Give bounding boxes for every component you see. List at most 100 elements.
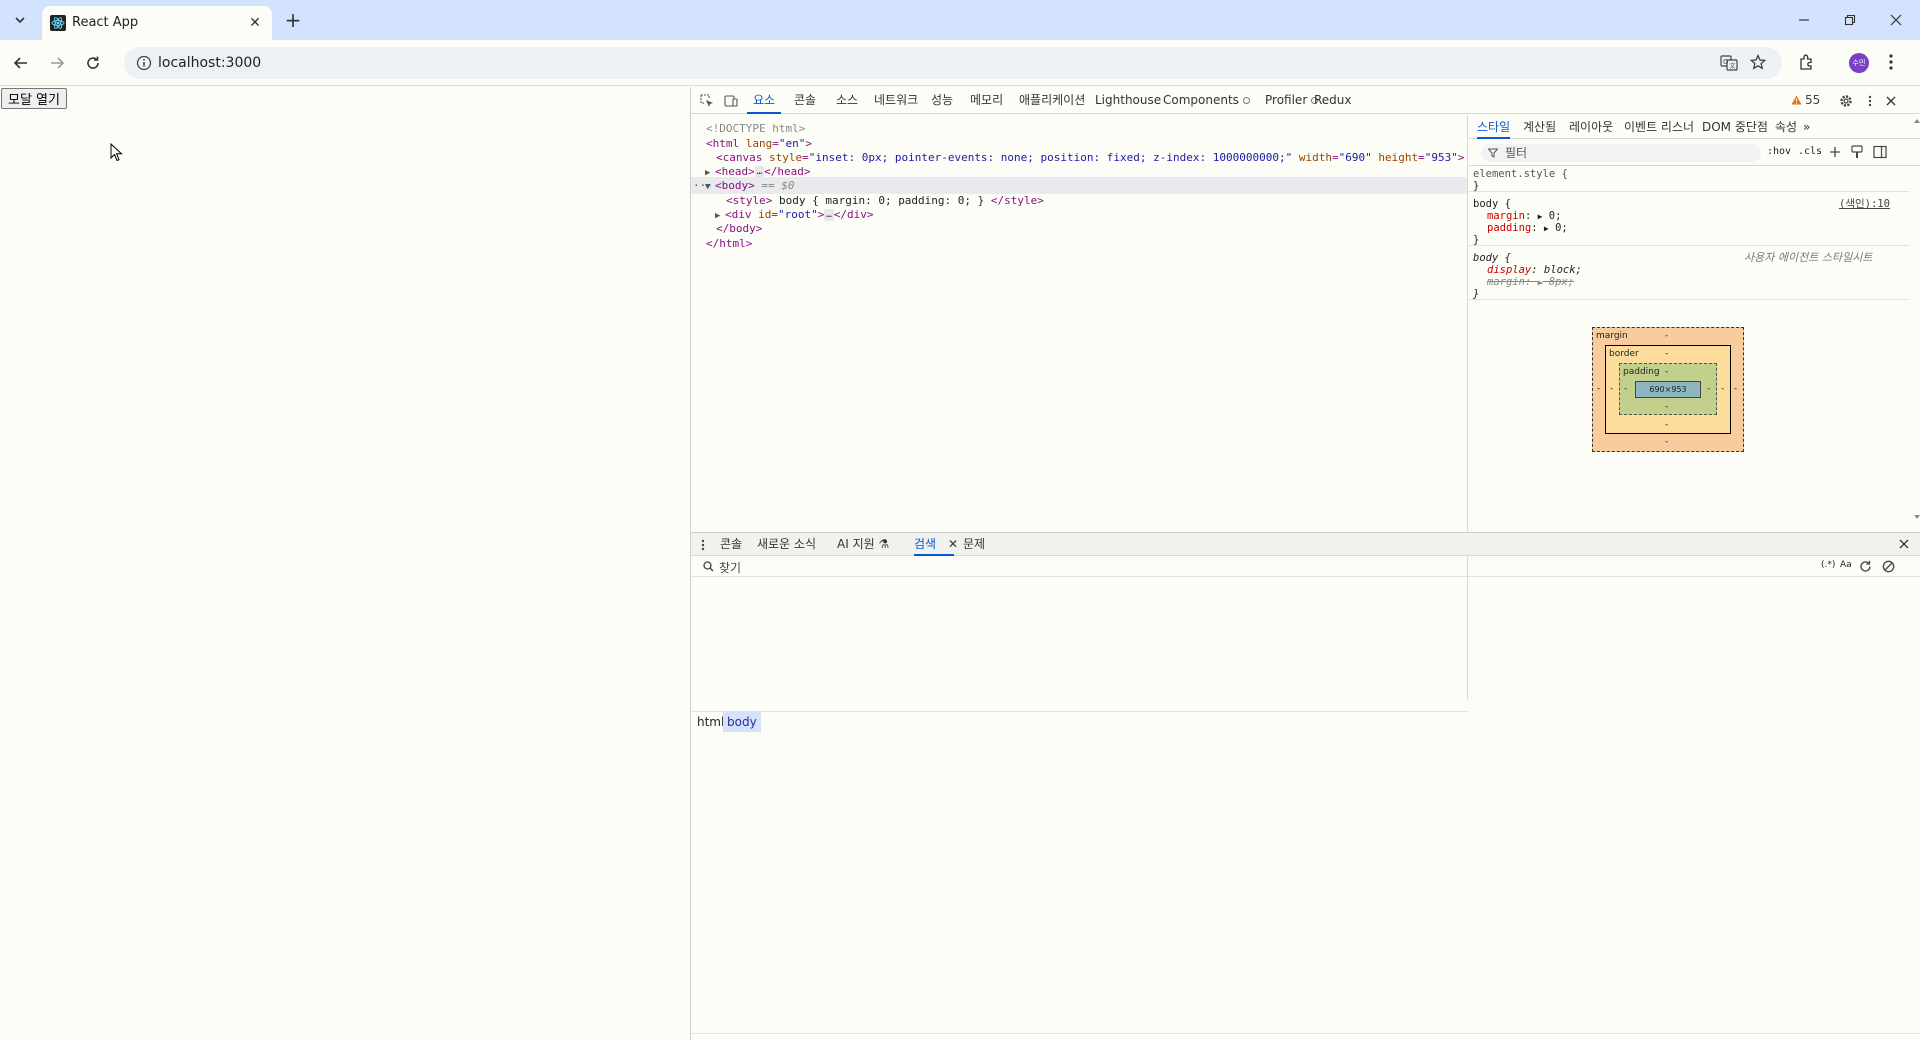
dom-attr-value: "inset: 0px; pointer-events: none; posit… (808, 151, 1293, 164)
border-left-value[interactable]: - (1610, 384, 1613, 394)
rule-source-link[interactable]: (색인):10 (1839, 197, 1890, 211)
devtools-tab-10[interactable]: Redux (1314, 87, 1352, 114)
more-tabs-chevron-icon[interactable]: » (1803, 115, 1810, 139)
kebab-menu-icon[interactable] (1888, 53, 1894, 71)
drawer-close-icon[interactable] (1899, 539, 1909, 549)
styles-subtab-0[interactable]: 스타일 (1477, 115, 1511, 139)
url-text[interactable]: localhost:3000 (158, 55, 261, 71)
devtools-tab-2[interactable]: 소스 (836, 87, 858, 114)
dom-collapsed-ellipsis[interactable]: … (824, 209, 834, 221)
drawer-tab-0[interactable]: 콘솔 (720, 533, 742, 556)
margin-top-value[interactable]: - (1665, 331, 1668, 341)
refresh-search-icon[interactable] (1859, 560, 1872, 573)
css-property-name[interactable]: padding (1487, 222, 1531, 234)
mouse-cursor-icon (110, 143, 123, 162)
padding-top-value[interactable]: - (1665, 367, 1668, 377)
margin-right-value[interactable]: - (1734, 384, 1737, 394)
devtools-tab-6[interactable]: 애플리케이션 (1019, 87, 1085, 114)
margin-label: margin (1596, 331, 1628, 341)
collapse-triangle-icon[interactable]: ▼ (705, 179, 715, 196)
minimize-icon[interactable] (1792, 8, 1816, 32)
devtools-tab-9[interactable]: Profiler (1265, 87, 1319, 114)
box-model-diagram: margin - - - - border - - - - padding - … (1592, 327, 1744, 452)
inspect-element-icon[interactable] (698, 92, 716, 110)
bookmark-star-icon[interactable] (1750, 54, 1766, 70)
styles-subtab-3[interactable]: 이벤트 리스너 (1624, 115, 1694, 139)
clear-search-icon[interactable] (1882, 560, 1895, 573)
address-bar[interactable]: localhost:3000 G文 (124, 47, 1782, 79)
devtools-tab-4[interactable]: 성능 (931, 87, 953, 114)
site-info-icon[interactable] (136, 55, 152, 71)
devtools-more-icon[interactable] (1861, 92, 1879, 110)
box-model-content[interactable]: 690×953 (1635, 381, 1701, 398)
dom-canvas[interactable]: <canvas style="inset: 0px; pointer-event… (716, 149, 1464, 166)
styles-subtab-1[interactable]: 계산됨 (1523, 115, 1556, 139)
new-tab-button[interactable]: + (282, 9, 304, 31)
browser-tab[interactable]: React App ✕ (42, 6, 272, 40)
window-close-icon[interactable] (1884, 8, 1908, 32)
devtools-settings-gear-icon[interactable] (1837, 92, 1855, 110)
regex-toggle[interactable]: (.*) (1821, 560, 1835, 570)
padding-bottom-value[interactable]: - (1665, 402, 1668, 412)
devtools-tab-label: Profiler (1265, 93, 1308, 107)
warnings-badge[interactable]: 55 (1791, 93, 1820, 107)
border-right-value[interactable]: - (1721, 384, 1724, 394)
translate-icon[interactable]: G文 (1720, 55, 1738, 71)
margin-bottom-value[interactable]: - (1665, 437, 1668, 447)
ua-body-style-rule[interactable]: body { 사용자 에이전트 스타일시트 display: block; ma… (1469, 250, 1909, 300)
devtools-tab-8[interactable]: Components (1163, 87, 1250, 114)
restore-icon[interactable] (1838, 8, 1862, 32)
reload-icon[interactable] (80, 50, 106, 76)
devtools-tab-label: 콘솔 (794, 93, 817, 107)
toggle-sidebar-icon[interactable] (1873, 145, 1887, 159)
filter-placeholder: 필터 (1505, 146, 1528, 160)
styles-subtabs: 스타일 계산됨 레이아웃 이벤트 리스너 DOM 중단점 속성» (1469, 115, 1920, 139)
drawer-tab-label: 문제 (963, 537, 986, 551)
element-style-rule[interactable]: element.style { } (1469, 168, 1909, 192)
extension-dot-icon (1242, 97, 1250, 104)
padding-right-value[interactable]: - (1707, 384, 1710, 394)
match-case-toggle[interactable]: Aa (1840, 560, 1852, 570)
drawer-tab-1[interactable]: 새로운 소식 (757, 533, 816, 556)
cls-toggle[interactable]: .cls (1798, 146, 1822, 157)
css-property-value[interactable]: 0; (1555, 222, 1568, 234)
devtools-tab-1[interactable]: 콘솔 (794, 87, 816, 114)
paint-brush-icon[interactable] (1851, 145, 1863, 159)
devtools-close-icon[interactable] (1882, 92, 1900, 110)
extensions-puzzle-icon[interactable] (1798, 53, 1816, 71)
open-modal-button[interactable]: 모달 열기 (1, 88, 67, 109)
forward-arrow-icon[interactable] (44, 50, 70, 76)
body-style-rule[interactable]: body { (색인):10 margin: ▶ 0; padding: ▶ 0… (1469, 196, 1909, 246)
hov-toggle[interactable]: :hov (1767, 146, 1791, 157)
tab-search-button[interactable] (6, 8, 34, 32)
styles-subtab-2[interactable]: 레이아웃 (1569, 115, 1613, 139)
styles-subtab-4[interactable]: DOM 중단점 (1702, 115, 1768, 139)
react-favicon-icon (50, 15, 66, 31)
profile-avatar[interactable]: 수민 (1849, 53, 1869, 73)
back-arrow-icon[interactable] (8, 50, 34, 76)
drawer-menu-icon[interactable] (701, 539, 705, 551)
dom-body-open-tag: <body> (715, 179, 755, 192)
devtools-tab-5[interactable]: 메모리 (970, 87, 1003, 114)
styles-subtab-5[interactable]: 속성 (1775, 115, 1797, 139)
dom-html-close[interactable]: </html> (706, 235, 752, 252)
tab-close-icon[interactable]: ✕ (246, 14, 264, 32)
devtools-tab-7[interactable]: Lighthouse (1095, 87, 1161, 114)
border-bottom-value[interactable]: - (1665, 420, 1668, 430)
devtools-tab-0[interactable]: 요소 (747, 87, 782, 114)
tab-strip: React App ✕ + (0, 0, 1920, 40)
new-style-rule-icon[interactable] (1828, 145, 1842, 159)
margin-left-value[interactable]: - (1597, 384, 1600, 394)
devtools-tab-3[interactable]: 네트워크 (874, 87, 918, 114)
svg-text:文: 文 (1730, 62, 1736, 70)
styles-scrollbar[interactable] (1913, 115, 1920, 523)
drawer-tab-4[interactable]: 문제 (963, 533, 985, 556)
device-toolbar-icon[interactable] (722, 92, 740, 110)
drawer-tab-2[interactable]: AI 지원 ⚗ (837, 533, 889, 556)
styles-filter-input[interactable]: 필터 (1481, 144, 1761, 162)
close-search-tab-icon[interactable]: ✕ (948, 533, 958, 556)
search-input[interactable]: 찾기 (719, 559, 741, 576)
border-top-value[interactable]: - (1665, 349, 1668, 359)
padding-left-value[interactable]: - (1624, 384, 1627, 394)
drawer-tab-3[interactable]: 검색 ✕ (914, 533, 958, 556)
